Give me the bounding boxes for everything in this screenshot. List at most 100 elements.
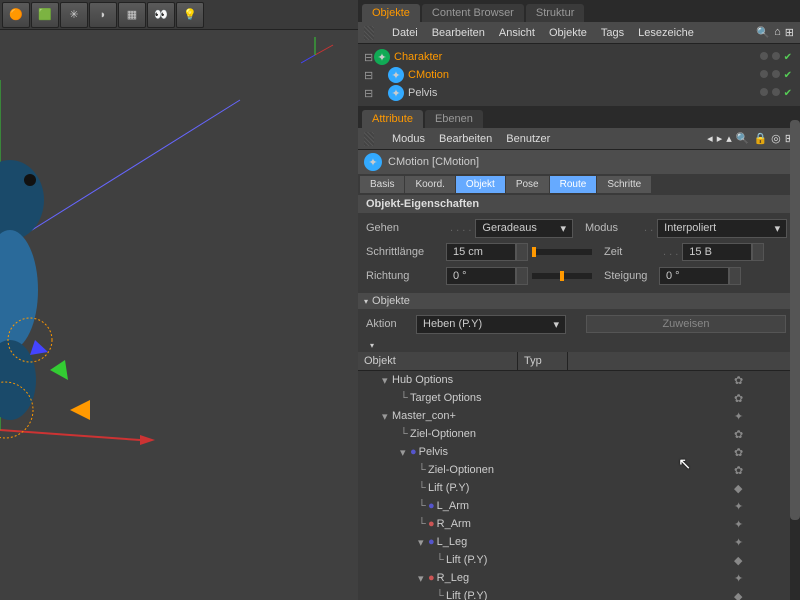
tool-camera-icon[interactable]: 👀 [147, 2, 175, 28]
tool-light-icon[interactable]: 💡 [176, 2, 204, 28]
obj-row[interactable]: ▾●R_Leg✦ [358, 569, 800, 587]
label-steigung: Steigung [604, 270, 659, 282]
search-icon[interactable]: 🔍 [736, 132, 750, 145]
chevron-down-icon: ▾ [775, 222, 781, 235]
sub-tab-schritte[interactable]: Schritte [597, 176, 651, 193]
dropdown-modus[interactable]: Interpoliert▾ [657, 219, 787, 238]
obj-row[interactable]: ▾Master_con+✦ [358, 407, 800, 425]
attr-menu: Modus Bearbeiten Benutzer ◂ ▸ ▴ 🔍 🔒 ◎ ⊞ [358, 128, 800, 150]
menu-bearbeiten[interactable]: Bearbeiten [432, 27, 485, 39]
tree-row[interactable]: ⊟✦Charakter✔ [358, 48, 800, 66]
right-panel: Objekte Content Browser Struktur Datei B… [358, 0, 800, 600]
obj-row[interactable]: ▾●L_Leg✦ [358, 533, 800, 551]
sub-tab-objekt[interactable]: Objekt [456, 176, 505, 193]
search-icon[interactable]: 🔍 [756, 26, 770, 39]
obj-table-head: Objekt Typ [358, 352, 800, 371]
tool-bevel-icon[interactable]: ◗ [89, 2, 117, 28]
label-gehen: Gehen [366, 222, 446, 234]
chevron-down-icon: ▾ [553, 318, 559, 331]
tool-flower-icon[interactable]: ✳ [60, 2, 88, 28]
input-zeit[interactable]: 15 B [682, 243, 752, 261]
input-schrittlange[interactable]: 15 cm [446, 243, 516, 261]
input-steigung[interactable]: 0 ° [659, 267, 729, 285]
obj-row[interactable]: ▾Hub Options✿ [358, 371, 800, 389]
objekte-collapse[interactable]: ▾ Objekte [358, 293, 800, 309]
nav-up-icon[interactable]: ▴ [726, 132, 732, 145]
sub-tab-pose[interactable]: Pose [506, 176, 549, 193]
obj-row[interactable]: └Lift (P.Y)◆ [358, 551, 800, 569]
tab-attribute[interactable]: Attribute [362, 110, 423, 128]
spinner[interactable] [516, 267, 528, 285]
target-icon[interactable]: ◎ [771, 132, 781, 145]
zuweisen-button[interactable]: Zuweisen [586, 315, 786, 333]
nav-back-icon[interactable]: ◂ [707, 132, 713, 145]
slider-schrittlange[interactable] [532, 249, 592, 255]
viewport-3d[interactable] [0, 30, 358, 600]
col-typ: Typ [518, 352, 568, 370]
dropdown-aktion[interactable]: Heben (P.Y)▾ [416, 315, 566, 334]
menu-lesezeichen[interactable]: Lesezeiche [638, 27, 694, 39]
tool-snake-icon[interactable]: 🟠 [2, 2, 30, 28]
tool-grid-icon[interactable]: ▦ [118, 2, 146, 28]
obj-row[interactable]: └Ziel-Optionen✿ [358, 425, 800, 443]
tab-objekte[interactable]: Objekte [362, 4, 420, 22]
tab-ebenen[interactable]: Ebenen [425, 110, 483, 128]
obj-row[interactable]: └Target Options✿ [358, 389, 800, 407]
tab-struktur[interactable]: Struktur [526, 4, 585, 22]
label-zeit: Zeit [604, 246, 659, 258]
input-richtung[interactable]: 0 ° [446, 267, 516, 285]
menu-ansicht[interactable]: Ansicht [499, 27, 535, 39]
menu-benutzer[interactable]: Benutzer [506, 133, 550, 145]
nav-fwd-icon[interactable]: ▸ [717, 132, 723, 145]
menu-modus[interactable]: Modus [392, 133, 425, 145]
objects-tabs: Objekte Content Browser Struktur [358, 0, 800, 22]
attr-title-bar: ✦ CMotion [CMotion] [358, 150, 800, 174]
scrollbar[interactable] [790, 120, 800, 600]
obj-table[interactable]: ▾ Objekt Typ ▾Hub Options✿└Target Option… [358, 339, 800, 600]
grip-icon[interactable] [364, 132, 374, 146]
tree-row[interactable]: ⊟✦CMotion✔ [358, 66, 800, 84]
spinner[interactable] [729, 267, 741, 285]
label-richtung: Richtung [366, 270, 446, 282]
triangle-down-icon: ▾ [364, 297, 368, 306]
attr-title: CMotion [CMotion] [388, 156, 479, 168]
dropdown-gehen[interactable]: Geradeaus▾ [475, 219, 573, 238]
tool-cube-icon[interactable]: 🟩 [31, 2, 59, 28]
obj-row[interactable]: └●R_Arm✦ [358, 515, 800, 533]
obj-row[interactable]: └Lift (P.Y)◆ [358, 479, 800, 497]
cmotion-icon: ✦ [364, 153, 382, 171]
panel-icons: 🔍 ⌂ ⊞ [756, 26, 794, 39]
slider-richtung[interactable] [532, 273, 592, 279]
obj-row[interactable]: └Lift (P.Y)◆ [358, 587, 800, 600]
grip-icon[interactable] [364, 26, 374, 40]
label-modus: Modus [585, 222, 640, 234]
tree-row[interactable]: ⊟✦Pelvis✔ [358, 84, 800, 102]
sub-tab-koord.[interactable]: Koord. [405, 176, 454, 193]
attr-sub-tabs: BasisKoord.ObjektPoseRouteSchritte [358, 174, 800, 195]
menu-bearbeiten2[interactable]: Bearbeiten [439, 133, 492, 145]
label-aktion: Aktion [366, 318, 416, 330]
attr-tabs: Attribute Ebenen [358, 106, 800, 128]
aktion-row: Aktion Heben (P.Y)▾ Zuweisen [358, 309, 800, 339]
props-area: Gehen. . . . Geradeaus▾ Modus. . Interpo… [358, 213, 800, 293]
chevron-down-icon: ▾ [560, 222, 566, 235]
lock-icon[interactable]: 🔒 [753, 132, 767, 145]
spinner[interactable] [516, 243, 528, 261]
objects-tree[interactable]: ⊟✦Charakter✔⊟✦CMotion✔⊟✦Pelvis✔ [358, 44, 800, 106]
menu-icon[interactable]: ⊞ [785, 26, 794, 39]
menu-datei[interactable]: Datei [392, 27, 418, 39]
section-obj-props: Objekt-Eigenschaften [358, 195, 800, 213]
obj-row[interactable]: └●L_Arm✦ [358, 497, 800, 515]
obj-row[interactable]: ▾●Pelvis✿ [358, 443, 800, 461]
sub-tab-route[interactable]: Route [550, 176, 597, 193]
objects-menu: Datei Bearbeiten Ansicht Objekte Tags Le… [358, 22, 800, 44]
attr-panel-icons: ◂ ▸ ▴ 🔍 🔒 ◎ ⊞ [707, 132, 794, 145]
obj-row[interactable]: └Ziel-Optionen✿ [358, 461, 800, 479]
home-icon[interactable]: ⌂ [774, 26, 781, 39]
spinner[interactable] [752, 243, 764, 261]
tab-content-browser[interactable]: Content Browser [422, 4, 524, 22]
menu-tags[interactable]: Tags [601, 27, 624, 39]
sub-tab-basis[interactable]: Basis [360, 176, 404, 193]
label-schrittlange: Schrittlänge [366, 246, 446, 258]
menu-objekte[interactable]: Objekte [549, 27, 587, 39]
